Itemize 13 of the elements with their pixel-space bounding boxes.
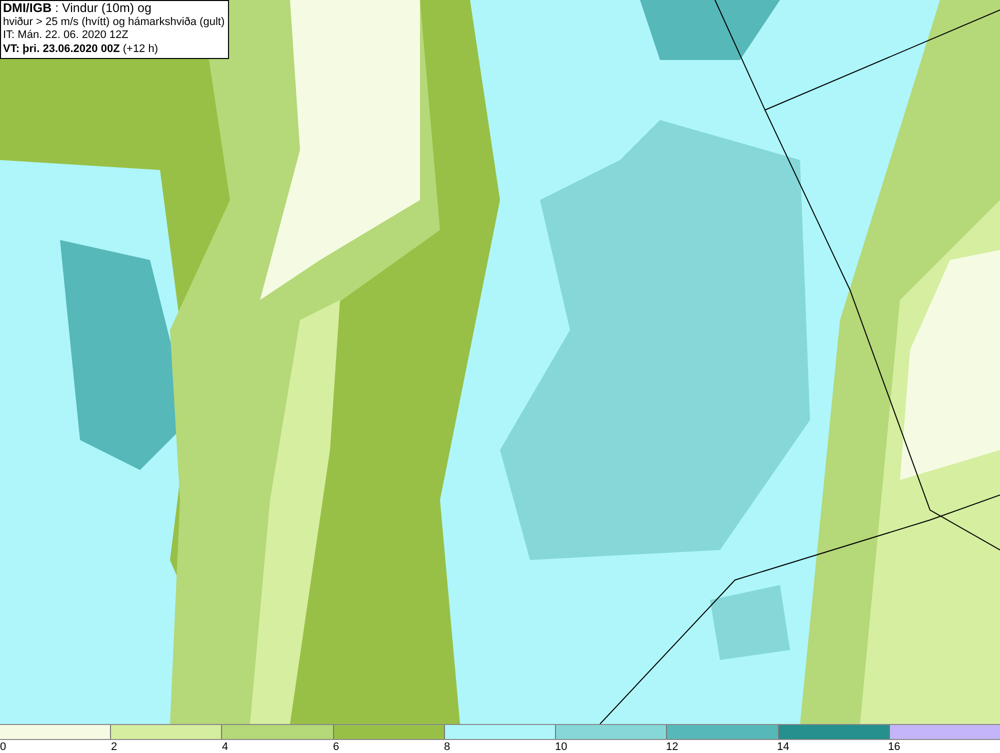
title-line: DMI/IGB : Vindur (10m) og xyxy=(3,2,152,16)
legend-label: 0 xyxy=(0,741,6,753)
title-line: hviður > 25 m/s (hvítt) og hámarkshviða (gult) xyxy=(3,16,225,29)
legend-label: 2 xyxy=(111,741,118,753)
title-line: VT: þri. 23.06.2020 00Z (+12 h) xyxy=(3,42,160,56)
legend-label: 8 xyxy=(444,741,450,753)
legend-label: 14 xyxy=(777,741,790,753)
legend-label: 4 xyxy=(222,741,228,753)
legend-label: 10 xyxy=(555,741,568,753)
legend-label: 6 xyxy=(333,741,340,753)
title-line: IT: Mán. 22. 06. 2020 12Z xyxy=(3,29,130,42)
legend-label: 16 xyxy=(888,741,900,753)
legend-label: 12 xyxy=(666,741,678,753)
